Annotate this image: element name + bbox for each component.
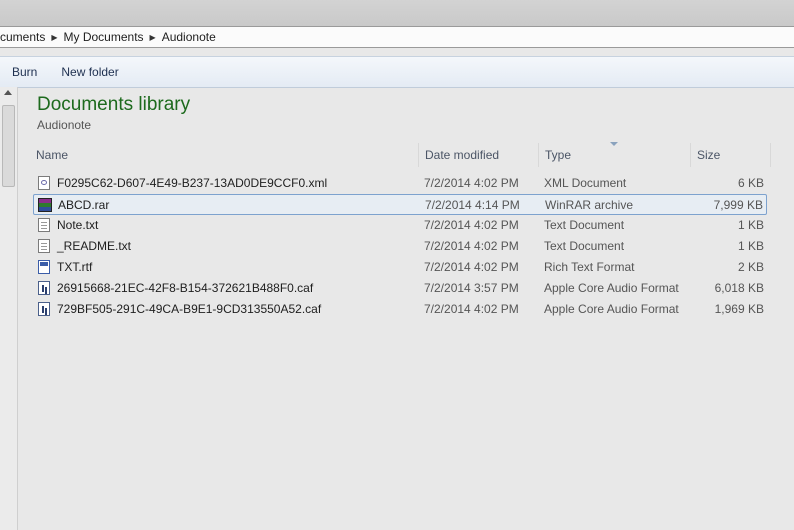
scroll-up-icon[interactable] bbox=[4, 90, 12, 95]
file-size: 6,018 KB bbox=[714, 281, 764, 295]
file-row[interactable]: Note.txt 7/2/2014 4:02 PM Text Document … bbox=[33, 215, 767, 236]
file-type: Apple Core Audio Format bbox=[544, 302, 679, 316]
file-size: 1 KB bbox=[737, 218, 764, 232]
sort-indicator-icon bbox=[610, 142, 618, 146]
library-title: Documents library bbox=[37, 94, 191, 115]
file-name: ABCD.rar bbox=[58, 198, 110, 212]
command-toolbar: Burn New folder bbox=[0, 56, 794, 88]
file-list: F0295C62-D607-4E49-B237-13AD0DE9CCF0.xml… bbox=[33, 173, 767, 320]
chevron-right-icon[interactable]: ▶ bbox=[148, 33, 158, 42]
file-date: 7/2/2014 4:02 PM bbox=[424, 302, 519, 316]
file-date: 7/2/2014 4:02 PM bbox=[424, 260, 519, 274]
column-divider[interactable] bbox=[770, 143, 771, 167]
window-top-strip bbox=[0, 0, 794, 27]
file-type: Text Document bbox=[544, 239, 625, 253]
file-name: F0295C62-D607-4E49-B237-13AD0DE9CCF0.xml bbox=[57, 176, 328, 190]
file-size: 1,969 KB bbox=[714, 302, 764, 316]
column-header-name[interactable]: Name bbox=[30, 143, 418, 167]
new-folder-button[interactable]: New folder bbox=[49, 65, 130, 79]
file-size: 1 KB bbox=[737, 239, 764, 253]
navigation-pane[interactable] bbox=[0, 87, 18, 530]
library-subtitle: Audionote bbox=[37, 118, 92, 132]
column-header-size[interactable]: Size bbox=[691, 143, 770, 167]
file-date: 7/2/2014 4:02 PM bbox=[424, 176, 519, 190]
address-bar[interactable]: cuments ▶ My Documents ▶ Audionote bbox=[0, 26, 794, 48]
rtf-file-icon bbox=[38, 260, 50, 274]
rar-archive-icon bbox=[38, 198, 52, 212]
file-size: 2 KB bbox=[737, 260, 764, 274]
file-row[interactable]: F0295C62-D607-4E49-B237-13AD0DE9CCF0.xml… bbox=[33, 173, 767, 194]
file-size: 7,999 KB bbox=[713, 198, 763, 212]
breadcrumb-item-documents[interactable]: cuments bbox=[0, 30, 49, 44]
audio-file-icon bbox=[38, 281, 50, 295]
file-date: 7/2/2014 4:02 PM bbox=[424, 218, 519, 232]
file-row-selected[interactable]: ABCD.rar 7/2/2014 4:14 PM WinRAR archive… bbox=[33, 194, 767, 215]
chevron-right-icon[interactable]: ▶ bbox=[49, 33, 59, 42]
file-type: XML Document bbox=[544, 176, 627, 190]
audio-file-icon bbox=[38, 302, 50, 316]
xml-file-icon bbox=[38, 176, 50, 190]
file-name: 729BF505-291C-49CA-B9E1-9CD313550A52.caf bbox=[57, 302, 322, 316]
text-file-icon bbox=[38, 239, 50, 253]
file-row[interactable]: _README.txt 7/2/2014 4:02 PM Text Docume… bbox=[33, 236, 767, 257]
file-date: 7/2/2014 4:14 PM bbox=[425, 198, 520, 212]
file-type: Rich Text Format bbox=[544, 260, 635, 274]
file-size: 6 KB bbox=[737, 176, 764, 190]
column-headers: Name Date modified Type Size bbox=[30, 142, 794, 167]
file-row[interactable]: 729BF505-291C-49CA-B9E1-9CD313550A52.caf… bbox=[33, 299, 767, 320]
file-row[interactable]: 26915668-21EC-42F8-B154-372621B488F0.caf… bbox=[33, 278, 767, 299]
burn-button[interactable]: Burn bbox=[0, 65, 49, 79]
text-file-icon bbox=[38, 218, 50, 232]
breadcrumb-item-my-documents[interactable]: My Documents bbox=[60, 30, 148, 44]
breadcrumb-item-audionote[interactable]: Audionote bbox=[158, 30, 220, 44]
file-type: WinRAR archive bbox=[545, 198, 634, 212]
file-type: Apple Core Audio Format bbox=[544, 281, 679, 295]
file-date: 7/2/2014 4:02 PM bbox=[424, 239, 519, 253]
library-header: Documents library Audionote bbox=[37, 94, 190, 132]
column-header-type[interactable]: Type bbox=[539, 143, 690, 167]
file-name: TXT.rtf bbox=[57, 260, 93, 274]
file-row[interactable]: TXT.rtf 7/2/2014 4:02 PM Rich Text Forma… bbox=[33, 257, 767, 278]
column-header-date-modified[interactable]: Date modified bbox=[419, 143, 538, 167]
file-name: Note.txt bbox=[57, 218, 99, 232]
scrollbar-thumb[interactable] bbox=[2, 105, 15, 187]
file-type: Text Document bbox=[544, 218, 625, 232]
file-name: _README.txt bbox=[57, 239, 132, 253]
file-date: 7/2/2014 3:57 PM bbox=[424, 281, 519, 295]
file-name: 26915668-21EC-42F8-B154-372621B488F0.caf bbox=[57, 281, 314, 295]
